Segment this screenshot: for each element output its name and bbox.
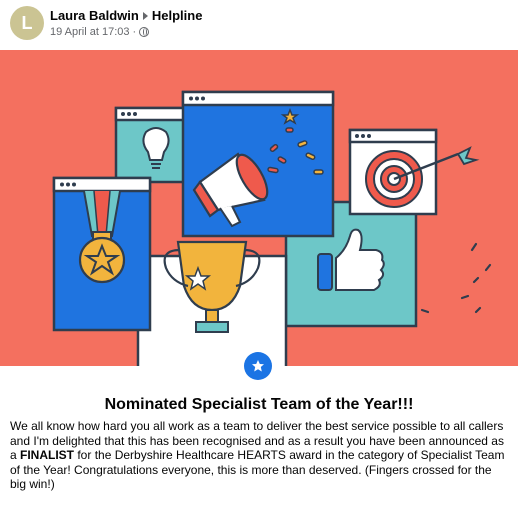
avatar-letter: L [21,12,33,33]
avatar[interactable]: L [10,6,44,40]
group-name[interactable]: Helpline [152,8,203,23]
post-title: Nominated Specialist Team of the Year!!! [104,396,414,413]
body-text-bold: FINALIST [20,448,75,463]
target-panel [348,128,480,216]
triangle-right-icon [142,11,148,20]
post-header: L Laura Baldwin Helpline 19 April at 17:… [0,0,518,50]
meta-separator: · [132,26,137,38]
post-body: We all know how hard you all work as a t… [10,419,510,492]
featured-badge [240,348,276,384]
trophy-panel [136,240,288,366]
author-line: Laura Baldwin Helpline [50,8,202,23]
post-timestamp[interactable]: 19 April at 17:03 [50,26,130,38]
post-illustration[interactable] [0,50,518,366]
author-name[interactable]: Laura Baldwin [50,8,139,23]
lightbulb-panel [114,106,188,184]
post-meta: 19 April at 17:03 · [50,26,150,38]
star-badge-icon [244,352,272,380]
awards-illustration [52,90,492,366]
body-text-part2: for the Derbyshire Healthcare HEARTS awa… [10,448,505,492]
confetti [420,242,492,314]
globe-icon[interactable] [139,27,150,37]
medal-panel [52,176,152,332]
megaphone-panel [181,90,335,238]
